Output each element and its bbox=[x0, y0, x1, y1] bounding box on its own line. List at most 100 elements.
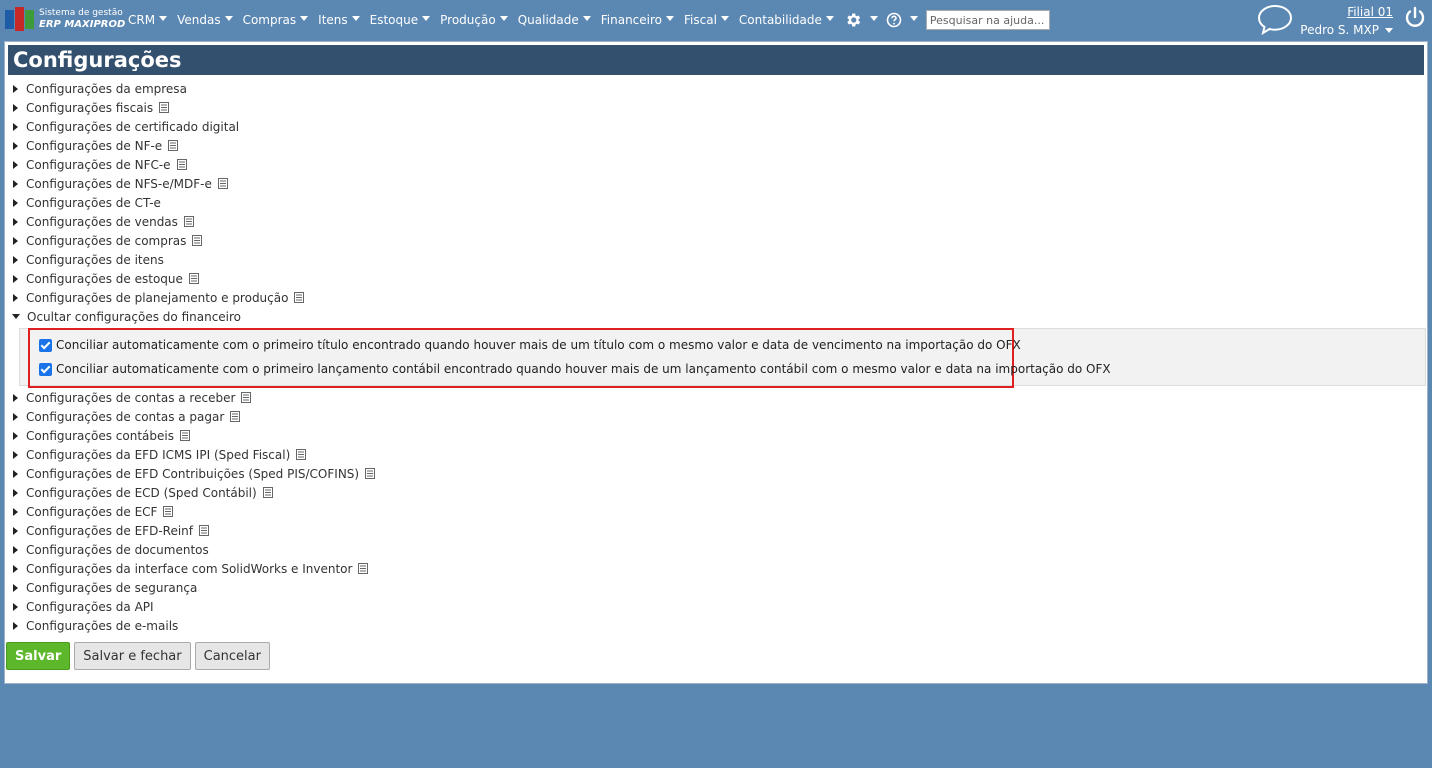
section-contas-receber[interactable]: Configurações de contas a receber bbox=[11, 388, 1427, 407]
chevron-down-icon bbox=[499, 15, 508, 21]
expand-arrow-icon bbox=[13, 545, 18, 554]
menu-itens[interactable]: Itens bbox=[318, 13, 360, 27]
save-and-close-button[interactable]: Salvar e fechar bbox=[74, 642, 191, 670]
document-icon[interactable] bbox=[199, 524, 209, 539]
document-icon[interactable] bbox=[230, 410, 241, 425]
settings-menu[interactable] bbox=[844, 11, 878, 29]
section-contabeis[interactable]: Configurações contábeis bbox=[11, 426, 1427, 445]
logo-title: ERP MAXIPROD bbox=[39, 19, 126, 30]
logo-mark-icon bbox=[5, 7, 35, 32]
page-title: Configurações bbox=[8, 45, 1424, 75]
expand-arrow-icon bbox=[13, 507, 18, 516]
menu-compras[interactable]: Compras bbox=[243, 13, 309, 27]
expand-arrow-icon bbox=[13, 488, 18, 497]
document-icon[interactable] bbox=[179, 429, 190, 444]
document-icon[interactable] bbox=[365, 467, 376, 482]
section-solidworks-inventor[interactable]: Configurações da interface com SolidWork… bbox=[11, 559, 1427, 578]
help-search-input[interactable] bbox=[925, 10, 1050, 30]
section-seguranca[interactable]: Configurações de segurança bbox=[11, 578, 1427, 597]
menu-qualidade[interactable]: Qualidade bbox=[518, 13, 591, 27]
section-nfe[interactable]: Configurações de NF-e bbox=[11, 136, 1427, 155]
chat-button[interactable] bbox=[1257, 4, 1293, 39]
document-icon[interactable] bbox=[163, 505, 174, 520]
power-icon bbox=[1405, 6, 1425, 27]
menu-financeiro[interactable]: Financeiro bbox=[601, 13, 675, 27]
section-emails[interactable]: Configurações de e-mails bbox=[11, 616, 1427, 635]
document-icon[interactable] bbox=[294, 291, 305, 306]
section-compras[interactable]: Configurações de compras bbox=[11, 231, 1427, 250]
document-icon[interactable] bbox=[358, 562, 369, 577]
section-estoque[interactable]: Configurações de estoque bbox=[11, 269, 1427, 288]
checkbox-checked[interactable] bbox=[39, 362, 52, 376]
user-name: Pedro S. MXP bbox=[1300, 23, 1379, 37]
document-icon[interactable] bbox=[262, 486, 273, 501]
menu-crm[interactable]: CRM bbox=[128, 13, 168, 27]
section-efd-icms-ipi[interactable]: Configurações da EFD ICMS IPI (Sped Fisc… bbox=[11, 445, 1427, 464]
document-icon[interactable] bbox=[192, 234, 203, 249]
section-efd-reinf[interactable]: Configurações de EFD-Reinf bbox=[11, 521, 1427, 540]
section-certificado[interactable]: Configurações de certificado digital bbox=[11, 117, 1427, 136]
chevron-down-icon bbox=[869, 15, 878, 21]
document-icon[interactable] bbox=[241, 391, 252, 406]
section-cte[interactable]: Configurações de CT-e bbox=[11, 193, 1427, 212]
section-itens[interactable]: Configurações de itens bbox=[11, 250, 1427, 269]
chevron-down-icon bbox=[825, 15, 834, 21]
help-menu[interactable] bbox=[886, 12, 918, 28]
expand-arrow-icon bbox=[13, 217, 18, 226]
expand-arrow-icon bbox=[13, 84, 18, 93]
expand-arrow-icon bbox=[13, 255, 18, 264]
expand-arrow-icon bbox=[13, 141, 18, 150]
collapse-arrow-icon bbox=[12, 314, 20, 319]
menu-contabilidade[interactable]: Contabilidade bbox=[739, 13, 834, 27]
document-icon[interactable] bbox=[159, 101, 170, 116]
branch-link[interactable]: Filial 01 bbox=[1300, 5, 1393, 19]
expand-arrow-icon bbox=[13, 160, 18, 169]
section-financeiro-toggle[interactable]: Ocultar configurações do financeiro bbox=[11, 307, 1427, 326]
finance-settings-box: Conciliar automaticamente com o primeiro… bbox=[19, 328, 1426, 388]
section-planejamento[interactable]: Configurações de planejamento e produção bbox=[11, 288, 1427, 307]
chevron-down-icon bbox=[351, 15, 360, 21]
checkbox-checked[interactable] bbox=[39, 338, 52, 352]
section-documentos[interactable]: Configurações de documentos bbox=[11, 540, 1427, 559]
document-icon[interactable] bbox=[176, 158, 187, 173]
chevron-down-icon bbox=[224, 15, 233, 21]
section-ecd[interactable]: Configurações de ECD (Sped Contábil) bbox=[11, 483, 1427, 502]
option-ofx-titulo[interactable]: Conciliar automaticamente com o primeiro… bbox=[39, 338, 1021, 352]
document-icon[interactable] bbox=[296, 448, 307, 463]
section-nfse-mdfe[interactable]: Configurações de NFS-e/MDF-e bbox=[11, 174, 1427, 193]
settings-sections: Configurações da empresa Configurações f… bbox=[5, 75, 1427, 635]
save-button[interactable]: Salvar bbox=[6, 642, 71, 670]
erp-logo[interactable]: Sistema de gestão ERP MAXIPROD bbox=[5, 6, 125, 34]
help-icon bbox=[886, 12, 902, 28]
document-icon[interactable] bbox=[217, 177, 228, 192]
section-empresa[interactable]: Configurações da empresa bbox=[11, 79, 1427, 98]
menu-vendas[interactable]: Vendas bbox=[177, 13, 233, 27]
document-icon[interactable] bbox=[168, 139, 179, 154]
document-icon[interactable] bbox=[188, 272, 199, 287]
menu-estoque[interactable]: Estoque bbox=[370, 13, 431, 27]
section-vendas[interactable]: Configurações de vendas bbox=[11, 212, 1427, 231]
section-api[interactable]: Configurações da API bbox=[11, 597, 1427, 616]
settings-panel: Configurações Configurações da empresa C… bbox=[4, 41, 1428, 684]
section-nfce[interactable]: Configurações de NFC-e bbox=[11, 155, 1427, 174]
expand-arrow-icon bbox=[13, 450, 18, 459]
section-fiscais[interactable]: Configurações fiscais bbox=[11, 98, 1427, 117]
action-buttons: Salvar Salvar e fechar Cancelar bbox=[6, 642, 274, 670]
cancel-button[interactable]: Cancelar bbox=[194, 642, 270, 670]
user-menu[interactable]: Pedro S. MXP bbox=[1300, 23, 1393, 37]
expand-arrow-icon bbox=[13, 236, 18, 245]
section-contas-pagar[interactable]: Configurações de contas a pagar bbox=[11, 407, 1427, 426]
option-ofx-lancamento[interactable]: Conciliar automaticamente com o primeiro… bbox=[39, 362, 1111, 376]
section-ecf[interactable]: Configurações de ECF bbox=[11, 502, 1427, 521]
chevron-down-icon bbox=[666, 15, 675, 21]
chevron-down-icon bbox=[582, 15, 591, 21]
expand-arrow-icon bbox=[13, 564, 18, 573]
logout-button[interactable] bbox=[1403, 6, 1427, 33]
expand-arrow-icon bbox=[13, 412, 18, 421]
chevron-down-icon bbox=[909, 15, 918, 21]
document-icon[interactable] bbox=[183, 215, 194, 230]
menu-fiscal[interactable]: Fiscal bbox=[684, 13, 729, 27]
menu-producao[interactable]: Produção bbox=[440, 13, 508, 27]
section-efd-contribuicoes[interactable]: Configurações de EFD Contribuições (Sped… bbox=[11, 464, 1427, 483]
chevron-down-icon bbox=[300, 15, 309, 21]
